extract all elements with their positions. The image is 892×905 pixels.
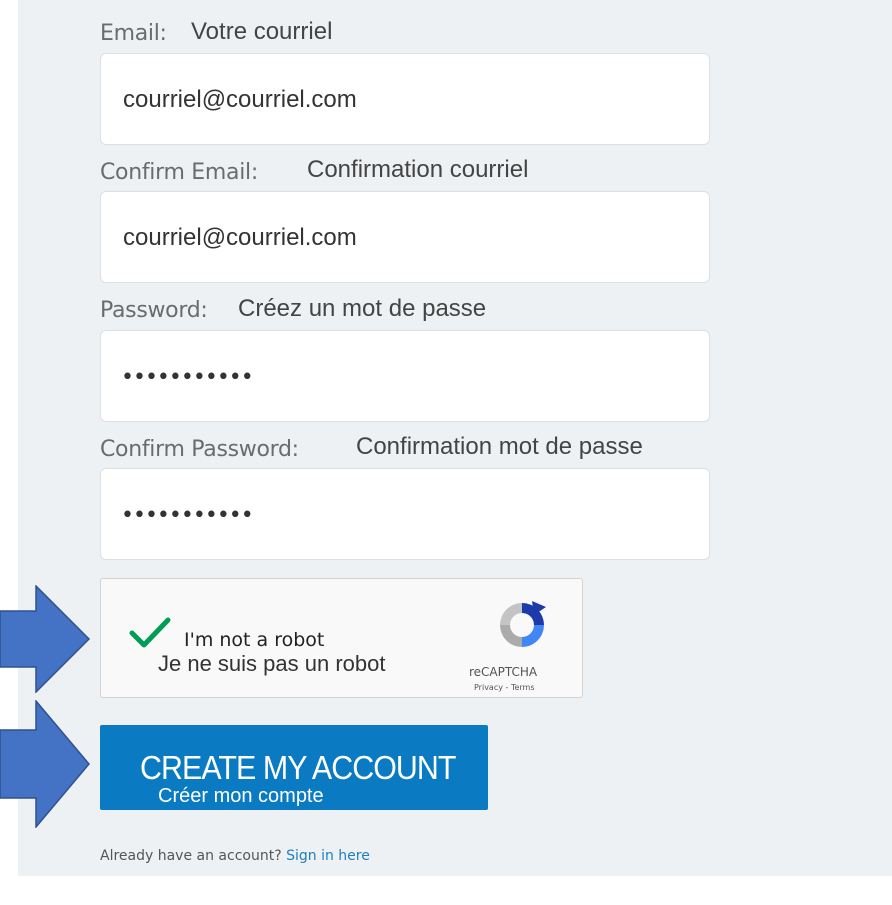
confirm-email-value: courriel@courriel.com [123,224,357,251]
confirm-password-translation: Confirmation mot de passe [356,433,643,460]
password-translation: Créez un mot de passe [238,295,487,322]
create-account-button[interactable]: CREATE MY ACCOUNT Créer mon compte [100,725,488,810]
confirm-email-field[interactable]: courriel@courriel.com [100,191,710,283]
recaptcha-brand: reCAPTCHA [469,665,538,679]
sign-in-link[interactable]: Sign in here [286,848,370,864]
confirm-email-translation: Confirmation courriel [307,156,529,183]
password-label: Password: [100,298,208,323]
sign-in-prompt: Already have an account? Sign in here [100,848,370,864]
create-account-translation: Créer mon compte [158,785,324,807]
recaptcha-logo-icon [500,601,546,647]
password-field[interactable]: ••••••••••• [100,330,710,422]
email-value: courriel@courriel.com [123,86,357,113]
email-label: Email: [100,21,167,46]
sign-in-prompt-text: Already have an account? [100,848,282,864]
recaptcha-translation: Je ne suis pas un robot [158,651,386,676]
recaptcha-widget: I'm not a robot Je ne suis pas un robot … [100,578,583,698]
confirm-password-masked-value: ••••••••••• [121,503,254,528]
create-account-label: CREATE MY ACCOUNT [140,749,456,786]
recaptcha-privacy-terms-links[interactable]: Privacy - Terms [474,683,535,692]
pointer-arrow-icon [0,700,90,828]
confirm-email-label: Confirm Email: [100,160,258,185]
email-translation: Votre courriel [191,18,333,45]
pointer-arrow-icon [0,585,91,693]
confirm-password-field[interactable]: ••••••••••• [100,468,710,560]
password-masked-value: ••••••••••• [121,365,254,390]
email-field[interactable]: courriel@courriel.com [100,53,710,145]
recaptcha-label[interactable]: I'm not a robot [184,629,324,651]
confirm-password-label: Confirm Password: [100,437,299,462]
checkmark-icon[interactable] [129,617,171,649]
